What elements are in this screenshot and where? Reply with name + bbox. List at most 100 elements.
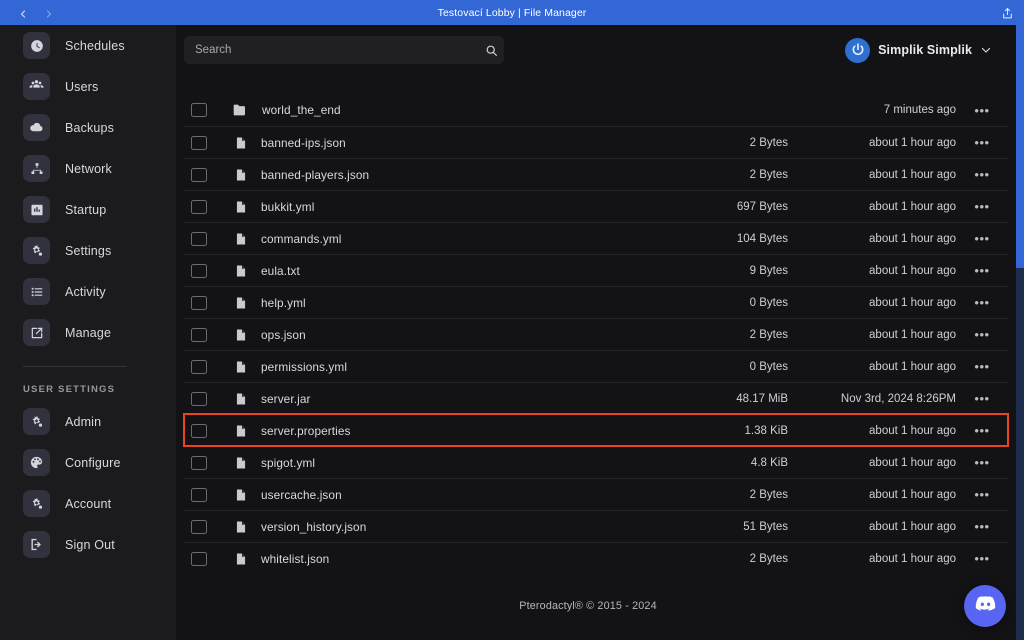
row-actions-menu-icon[interactable]: ••• bbox=[956, 328, 1008, 341]
file-icon bbox=[232, 327, 250, 343]
row-actions-menu-icon[interactable]: ••• bbox=[956, 392, 1008, 405]
table-row[interactable]: server.properties 1.38 KiB about 1 hour ag… bbox=[183, 413, 1009, 447]
file-modified: about 1 hour ago bbox=[869, 552, 956, 565]
row-checkbox[interactable] bbox=[191, 167, 207, 182]
file-name[interactable]: permissions.yml bbox=[250, 360, 668, 374]
user-menu-button[interactable]: Simplik Simplik bbox=[845, 36, 992, 64]
file-name[interactable]: banned-players.json bbox=[250, 168, 668, 182]
sidebar-item-startup[interactable]: Startup bbox=[0, 189, 176, 230]
row-checkbox[interactable] bbox=[191, 103, 207, 117]
file-size: 51 Bytes bbox=[743, 520, 788, 533]
row-actions-menu-icon[interactable]: ••• bbox=[956, 424, 1008, 437]
palette-icon bbox=[23, 449, 50, 476]
page-scrollbar-thumb[interactable] bbox=[1016, 25, 1024, 268]
users-icon bbox=[23, 73, 50, 100]
row-actions-menu-icon[interactable]: ••• bbox=[956, 456, 1008, 469]
row-actions-menu-icon[interactable]: ••• bbox=[956, 200, 1008, 213]
row-actions-menu-icon[interactable]: ••• bbox=[956, 136, 1008, 149]
table-row[interactable]: server.jar 48.17 MiB Nov 3rd, 2024 8:26PM •… bbox=[184, 382, 1008, 414]
sidebar-item-configure[interactable]: Configure bbox=[0, 442, 176, 483]
file-size: 0 Bytes bbox=[749, 360, 788, 373]
row-checkbox[interactable] bbox=[191, 231, 207, 246]
table-row[interactable]: ops.json 2 Bytes about 1 hour ago ••• bbox=[184, 318, 1008, 350]
file-name[interactable]: usercache.json bbox=[250, 488, 668, 502]
row-checkbox[interactable] bbox=[191, 423, 207, 438]
row-checkbox[interactable] bbox=[191, 487, 207, 502]
row-checkbox[interactable] bbox=[191, 359, 207, 374]
sidebar-divider bbox=[23, 366, 127, 367]
sidebar-item-network[interactable]: Network bbox=[0, 148, 176, 189]
file-name[interactable]: help.yml bbox=[250, 296, 668, 310]
file-icon bbox=[232, 455, 250, 471]
table-row[interactable]: bukkit.yml 697 Bytes about 1 hour ago ••• bbox=[184, 190, 1008, 222]
row-actions-menu-icon[interactable]: ••• bbox=[956, 296, 1008, 309]
sidebar-item-sign-out[interactable]: Sign Out bbox=[0, 524, 176, 565]
file-name[interactable]: server.properties bbox=[250, 424, 668, 438]
page-scrollbar-track[interactable] bbox=[1016, 268, 1024, 640]
forward-icon[interactable] bbox=[43, 7, 55, 19]
search-box[interactable] bbox=[184, 36, 504, 64]
network-icon bbox=[23, 155, 50, 182]
file-modified: about 1 hour ago bbox=[869, 520, 956, 533]
table-row[interactable]: version_history.json 51 Bytes about 1 hour… bbox=[184, 510, 1008, 542]
share-icon[interactable] bbox=[998, 4, 1016, 22]
sidebar-item-backups[interactable]: Backups bbox=[0, 107, 176, 148]
file-manager-toolbar: Simplik Simplik bbox=[176, 36, 1016, 66]
row-checkbox[interactable] bbox=[191, 391, 207, 406]
table-row[interactable]: banned-ips.json 2 Bytes about 1 hour ago ••… bbox=[184, 126, 1008, 158]
table-row[interactable]: spigot.yml 4.8 KiB about 1 hour ago ••• bbox=[184, 446, 1008, 478]
row-checkbox[interactable] bbox=[191, 455, 207, 470]
sidebar-item-account[interactable]: Account bbox=[0, 483, 176, 524]
row-checkbox[interactable] bbox=[191, 519, 207, 534]
sidebar-item-admin[interactable]: Admin bbox=[0, 401, 176, 442]
table-row[interactable]: usercache.json 2 Bytes about 1 hour ago ••• bbox=[184, 478, 1008, 510]
row-actions-menu-icon[interactable]: ••• bbox=[956, 360, 1008, 373]
file-name[interactable]: server.jar bbox=[250, 392, 668, 406]
back-icon[interactable] bbox=[17, 7, 29, 19]
table-row[interactable]: help.yml 0 Bytes about 1 hour ago ••• bbox=[184, 286, 1008, 318]
sidebar-item-settings[interactable]: Settings bbox=[0, 230, 176, 271]
table-row[interactable]: world_the_end 7 minutes ago ••• bbox=[184, 94, 1008, 126]
row-actions-menu-icon[interactable]: ••• bbox=[956, 104, 1008, 117]
file-name[interactable]: banned-ips.json bbox=[250, 136, 668, 150]
file-name[interactable]: ops.json bbox=[250, 328, 668, 342]
table-row[interactable]: whitelist.json 2 Bytes about 1 hour ago ••• bbox=[184, 542, 1008, 574]
row-checkbox[interactable] bbox=[191, 295, 207, 310]
file-name[interactable]: commands.yml bbox=[250, 232, 668, 246]
file-icon bbox=[232, 519, 250, 535]
row-checkbox[interactable] bbox=[191, 327, 207, 342]
row-actions-menu-icon[interactable]: ••• bbox=[956, 264, 1008, 277]
row-checkbox[interactable] bbox=[191, 199, 207, 214]
discord-chat-button[interactable] bbox=[964, 585, 1006, 627]
sidebar-item-activity[interactable]: Activity bbox=[0, 271, 176, 312]
row-checkbox[interactable] bbox=[191, 263, 207, 278]
browser-title-bar: Testovací Lobby | File Manager bbox=[0, 0, 1024, 25]
row-actions-menu-icon[interactable]: ••• bbox=[956, 168, 1008, 181]
row-actions-menu-icon[interactable]: ••• bbox=[956, 520, 1008, 533]
file-name[interactable]: spigot.yml bbox=[250, 456, 668, 470]
row-checkbox[interactable] bbox=[191, 135, 207, 150]
file-name[interactable]: whitelist.json bbox=[250, 552, 668, 566]
table-row[interactable]: eula.txt 9 Bytes about 1 hour ago ••• bbox=[184, 254, 1008, 286]
search-input[interactable] bbox=[184, 36, 478, 64]
gears-icon bbox=[23, 408, 50, 435]
file-name[interactable]: world_the_end bbox=[249, 103, 668, 117]
row-checkbox[interactable] bbox=[191, 551, 207, 566]
search-icon[interactable] bbox=[478, 44, 504, 57]
table-row[interactable]: commands.yml 104 Bytes about 1 hour ago ••• bbox=[184, 222, 1008, 254]
table-row[interactable]: banned-players.json 2 Bytes about 1 hour a… bbox=[184, 158, 1008, 190]
sidebar-item-manage[interactable]: Manage bbox=[0, 312, 176, 353]
sidebar-item-users[interactable]: Users bbox=[0, 66, 176, 107]
file-name[interactable]: bukkit.yml bbox=[250, 200, 668, 214]
sidebar-item-label: Backups bbox=[65, 120, 114, 135]
file-modified: about 1 hour ago bbox=[869, 424, 956, 437]
chevron-down-icon[interactable] bbox=[980, 44, 992, 56]
file-name[interactable]: eula.txt bbox=[250, 264, 668, 278]
table-row[interactable]: permissions.yml 0 Bytes about 1 hour ago ••… bbox=[184, 350, 1008, 382]
row-actions-menu-icon[interactable]: ••• bbox=[956, 488, 1008, 501]
gears-icon bbox=[23, 237, 50, 264]
file-name[interactable]: version_history.json bbox=[250, 520, 668, 534]
row-actions-menu-icon[interactable]: ••• bbox=[956, 232, 1008, 245]
sidebar-item-schedules[interactable]: Schedules bbox=[0, 25, 176, 66]
row-actions-menu-icon[interactable]: ••• bbox=[956, 552, 1008, 565]
